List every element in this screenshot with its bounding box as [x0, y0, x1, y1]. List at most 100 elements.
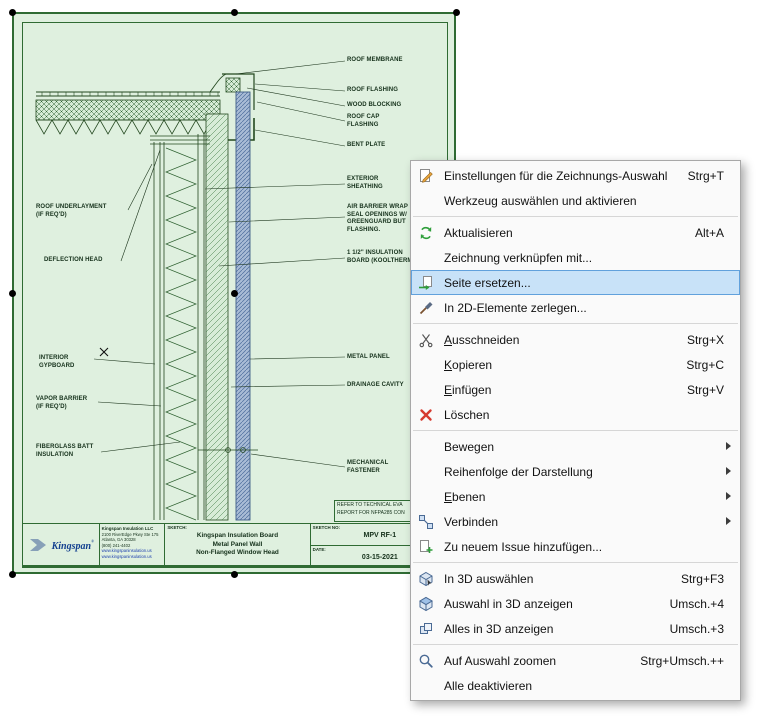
menu-item-label: Werkzeug auswählen und aktivieren	[444, 193, 637, 208]
menu-item-label: Auf Auswahl zoomen	[444, 653, 557, 668]
menu-item-label: Löschen	[444, 407, 490, 422]
delete-icon	[415, 407, 437, 423]
menu-separator	[413, 562, 738, 563]
callout-fiberglass-batt: FIBERGLASS BATT INSULATION	[36, 444, 94, 458]
menu-item-label: Alles in 3D anzeigen	[444, 621, 554, 636]
explode-2d-icon	[415, 300, 437, 316]
menu-item-copy[interactable]: Kopieren Strg+C	[411, 352, 740, 377]
callout-roof-underlayment: ROOF UNDERLAYMENT (IF REQ'D)	[36, 204, 107, 218]
company-info-cell: Kingspan Insulation LLC 2100 RiverEdge P…	[98, 524, 165, 566]
menu-item-replace-page[interactable]: Seite ersetzen...	[411, 270, 740, 295]
select-in-3d-icon	[415, 571, 437, 587]
scissors-icon	[415, 332, 437, 348]
callout-drainage-cavity: DRAINAGE CAVITY	[347, 382, 404, 388]
menu-item-shortcut: Strg+C	[686, 357, 724, 372]
sketch-no-label: SKETCH NO:	[312, 525, 340, 530]
menu-item-explode-into-2d-elements[interactable]: In 2D-Elemente zerlegen...	[411, 295, 740, 320]
kingspan-logo: Kingspan®	[23, 524, 99, 566]
menu-item-label: Alle deaktivieren	[444, 678, 533, 693]
menu-item-label: Zu neuem Issue hinzufügen...	[444, 539, 603, 554]
menu-item-show-selection-in-3d[interactable]: Auswahl in 3D anzeigen Umsch.+4	[411, 591, 740, 616]
menu-item-cut[interactable]: Ausschneiden Strg+X	[411, 327, 740, 352]
menu-item-shortcut: Strg+T	[687, 168, 724, 183]
menu-item-label: In 3D auswählen	[444, 571, 534, 586]
section-cut-mark	[99, 347, 109, 357]
menu-item-label: Kopieren	[444, 357, 493, 372]
sketch-title-line-3: Non-Flanged Window Head	[196, 549, 279, 557]
menu-item-show-all-in-3d[interactable]: Alles in 3D anzeigen Umsch.+3	[411, 616, 740, 641]
menu-item-deselect-all[interactable]: Alle deaktivieren	[411, 673, 740, 698]
callout-wood-blocking: WOOD BLOCKING	[347, 102, 402, 108]
menu-item-paste[interactable]: Einfügen Strg+V	[411, 377, 740, 402]
menu-item-label: Einfügen	[444, 382, 492, 397]
menu-item-drawing-selection-settings[interactable]: Einstellungen für die Zeichnungs-Auswahl…	[411, 163, 740, 188]
no-icon	[415, 382, 437, 398]
refresh-icon	[415, 225, 437, 241]
menu-separator	[413, 216, 738, 217]
callout-vapor-barrier: VAPOR BARRIER (IF REQ'D)	[36, 396, 88, 410]
menu-item-label: Seite ersetzen...	[444, 275, 531, 290]
callout-exterior-sheathing: EXTERIOR SHEATHING	[347, 176, 383, 190]
show-selection-3d-icon	[415, 596, 437, 612]
menu-item-shortcut: Strg+F3	[680, 571, 724, 586]
context-menu: Einstellungen für die Zeichnungs-Auswahl…	[410, 160, 741, 701]
selection-handle[interactable]	[230, 8, 238, 16]
menu-item-label: Ausschneiden	[444, 332, 520, 347]
menu-item-shortcut: Umsch.+4	[669, 596, 724, 611]
sketch-title-cell: SKETCH: Kingspan Insulation Board Metal …	[164, 524, 309, 566]
menu-item-display-order[interactable]: Reihenfolge der Darstellung	[411, 459, 740, 484]
callout-air-barrier: AIR BARRIER WRAP SEAL OPENINGS W/ GREENG…	[347, 204, 408, 233]
menu-separator	[413, 644, 738, 645]
selection-handle[interactable]	[8, 8, 16, 16]
callout-roof-membrane: ROOF MEMBRANE	[347, 57, 403, 63]
menu-item-update[interactable]: Aktualisieren Alt+A	[411, 220, 740, 245]
no-icon	[415, 489, 437, 505]
menu-item-delete[interactable]: Löschen	[411, 402, 740, 427]
title-block: Kingspan® Kingspan Insulation LLC 2100 R…	[22, 523, 450, 568]
zoom-to-selection-icon	[415, 653, 437, 669]
menu-item-select-and-activate-tool[interactable]: Werkzeug auswählen und aktivieren	[411, 188, 740, 213]
sketch-label: SKETCH:	[167, 525, 187, 530]
no-icon	[415, 193, 437, 209]
menu-item-zoom-to-selection[interactable]: Auf Auswahl zoomen Strg+Umsch.++	[411, 648, 740, 673]
app-canvas: ROOF MEMBRANE ROOF FLASHING WOOD BLOCKIN…	[0, 0, 761, 716]
sketch-title-line-2: Metal Panel Wall	[212, 540, 263, 548]
menu-item-layers[interactable]: Ebenen	[411, 484, 740, 509]
menu-item-add-to-new-issue[interactable]: Zu neuem Issue hinzufügen...	[411, 534, 740, 559]
connect-icon	[415, 514, 437, 530]
menu-separator	[413, 323, 738, 324]
menu-item-shortcut: Alt+A	[694, 225, 724, 240]
menu-item-label: Aktualisieren	[444, 225, 513, 240]
selection-handle[interactable]	[8, 289, 16, 297]
menu-item-select-in-3d[interactable]: In 3D auswählen Strg+F3	[411, 566, 740, 591]
menu-item-link-drawing-to[interactable]: Zeichnung verknüpfen mit...	[411, 245, 740, 270]
add-issue-icon	[415, 539, 437, 555]
menu-item-connect[interactable]: Verbinden	[411, 509, 740, 534]
selection-handle[interactable]	[452, 8, 460, 16]
drawing-settings-icon	[415, 168, 437, 184]
callout-insulation-board: 1 1/2" INSULATION BOARD (KOOLTHERM)	[347, 250, 415, 264]
logo-registered-mark: ®	[91, 538, 95, 544]
selection-handle[interactable]	[8, 570, 16, 578]
menu-item-label: Auswahl in 3D anzeigen	[444, 596, 573, 611]
callout-interior-gypboard: INTERIOR GYPBOARD	[39, 355, 75, 369]
date-label: DATE:	[312, 546, 326, 552]
logo-wordmark: Kingspan	[51, 541, 92, 552]
selection-handle[interactable]	[230, 570, 238, 578]
callout-metal-panel: METAL PANEL	[347, 354, 390, 360]
no-icon	[415, 464, 437, 480]
sketch-title-line-1: Kingspan Insulation Board	[196, 532, 279, 539]
menu-item-label: Reihenfolge der Darstellung	[444, 464, 593, 479]
menu-item-label: In 2D-Elemente zerlegen...	[444, 300, 587, 315]
menu-item-shortcut: Umsch.+3	[669, 621, 724, 636]
submenu-arrow-icon	[726, 492, 731, 500]
menu-item-move[interactable]: Bewegen	[411, 434, 740, 459]
replace-page-icon	[415, 275, 437, 291]
submenu-arrow-icon	[726, 517, 731, 525]
roof-assembly	[35, 91, 221, 135]
no-icon	[415, 439, 437, 455]
selection-handle[interactable]	[230, 289, 238, 297]
wall-assembly	[150, 91, 258, 521]
menu-item-label: Verbinden	[444, 514, 499, 529]
menu-item-shortcut: Strg+Umsch.++	[640, 653, 724, 668]
